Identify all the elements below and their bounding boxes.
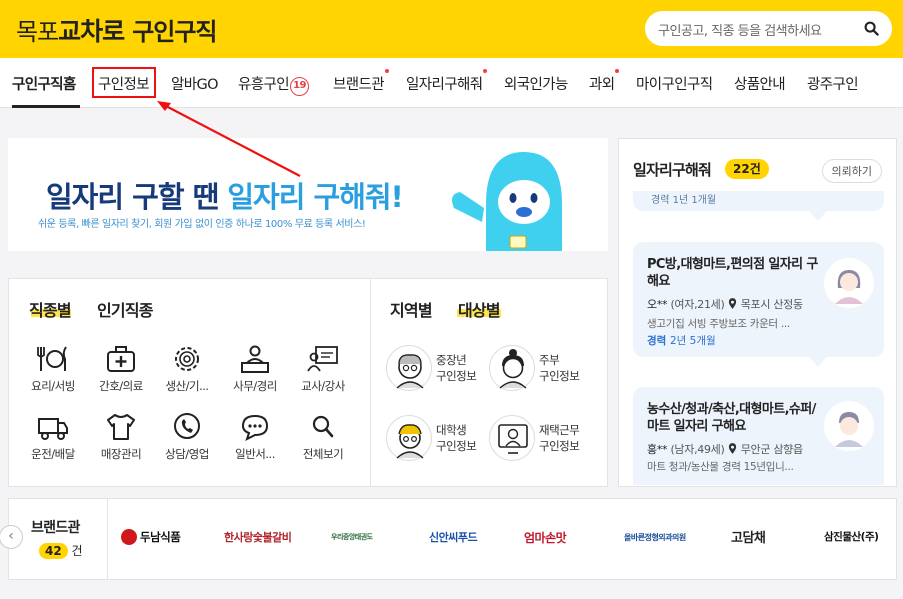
find-job-panel: 일자리구해줘 22건 의뢰하기 경력 1년 1개월 PC방,대형마트,편의점 일… bbox=[618, 138, 897, 487]
category-store[interactable]: 매장관리 bbox=[91, 411, 151, 462]
category-cooking[interactable]: 요리/서빙 bbox=[23, 343, 83, 394]
search-bar[interactable]: 구인공고, 직종 등을 검색하세요 bbox=[645, 11, 892, 46]
monitor-person-icon bbox=[498, 424, 528, 454]
brand-logo-hansarang[interactable]: 한사랑숯불갈비 bbox=[224, 529, 292, 545]
nav-item-home[interactable]: 구인구직홈 bbox=[12, 73, 76, 94]
card-title: 농수산/청과/축산,대형마트,슈퍼/마트 일자리 구해요 bbox=[647, 402, 816, 434]
tab-popular[interactable]: 인기직종 bbox=[97, 297, 153, 321]
card-description: 생고기집 서빙 주방보조 카운터 ... bbox=[647, 318, 790, 330]
brand-logo-orthopedic[interactable]: 올바른정형외과의원 bbox=[624, 532, 686, 543]
brand-strip: ‹ 브랜드관 42 건 두남식품 한사랑숯불갈비 우리중앙태권도 신안씨푸드 엄… bbox=[0, 498, 897, 580]
chat-bubble-icon bbox=[241, 414, 269, 441]
category-production[interactable]: 생산/기... bbox=[157, 343, 217, 394]
teacher-board-icon bbox=[307, 346, 338, 372]
brand-logo-jungang[interactable]: 우리중앙태권도 bbox=[331, 532, 373, 542]
brand-logo-mom-taste[interactable]: 엄마손맛 bbox=[524, 529, 567, 546]
location-pin-icon bbox=[729, 443, 737, 454]
brand-prev-button[interactable]: ‹ bbox=[0, 525, 23, 549]
card-description: 마트 청과/농산물 경력 15년입니... bbox=[647, 461, 794, 473]
brand-logo-sinan[interactable]: 신안씨푸드 bbox=[429, 529, 478, 545]
card-tail bbox=[809, 357, 827, 367]
card-experience: 경력 2년 5개월 bbox=[647, 335, 716, 347]
student-icon bbox=[396, 424, 424, 459]
target-housewife[interactable]: 주부 구인정보 bbox=[489, 345, 589, 395]
divider bbox=[107, 499, 108, 579]
active-tab-underline bbox=[12, 105, 80, 108]
category-view-all[interactable]: 전체보기 bbox=[293, 411, 353, 462]
category-sales[interactable]: 상담/영업 bbox=[157, 411, 217, 462]
avatar bbox=[824, 258, 874, 308]
promo-banner[interactable]: 일자리 구할 땐 일자리 구해줘! 쉬운 등록, 빠른 일자리 찾기, 회원 가… bbox=[8, 138, 608, 251]
tab-by-job[interactable]: 직종별 bbox=[29, 297, 72, 321]
nav-item-brand[interactable]: 브랜드관 bbox=[333, 69, 389, 94]
panel-title: 일자리구해줘 bbox=[633, 161, 712, 179]
category-teacher[interactable]: 교사/강사 bbox=[293, 343, 353, 394]
highlight-box bbox=[92, 67, 156, 98]
search-input[interactable]: 구인공고, 직종 등을 검색하세요 bbox=[658, 20, 822, 39]
category-driving[interactable]: 운전/배달 bbox=[23, 411, 83, 462]
man-avatar-icon bbox=[835, 412, 863, 447]
new-dot bbox=[483, 69, 488, 73]
shirt-icon bbox=[107, 414, 135, 440]
brand-logo-dunam[interactable]: 두남식품 bbox=[121, 529, 181, 545]
office-worker-icon bbox=[241, 345, 269, 373]
utensils-icon bbox=[37, 346, 67, 371]
request-button[interactable]: 의뢰하기 bbox=[821, 159, 882, 183]
job-seeker-card[interactable]: 농수산/청과/축산,대형마트,슈퍼/마트 일자리 구해요 홍** (남자,49세… bbox=[633, 387, 884, 485]
job-seeker-card[interactable]: 경력 1년 1개월 bbox=[633, 191, 884, 211]
elderly-man-icon bbox=[396, 354, 424, 389]
category-medical[interactable]: 간호/의료 bbox=[91, 343, 151, 394]
medical-kit-icon bbox=[107, 346, 135, 372]
header: 목포교차로 구인구직 구인공고, 직종 등을 검색하세요 bbox=[0, 0, 903, 58]
woman-avatar-icon bbox=[835, 270, 863, 304]
tab-by-target[interactable]: 대상별 bbox=[458, 297, 501, 321]
category-general-service[interactable]: 일반서... bbox=[225, 411, 285, 462]
chevron-left-icon: ‹ bbox=[8, 528, 14, 544]
phone-icon bbox=[174, 413, 200, 439]
truck-icon bbox=[38, 418, 68, 440]
nav-item-products[interactable]: 상품안내 bbox=[734, 73, 786, 94]
category-office[interactable]: 사무/경리 bbox=[225, 343, 285, 394]
avatar bbox=[824, 401, 874, 451]
nav-item-alba-go[interactable]: 알바GO bbox=[171, 73, 219, 94]
brand-count: 42 건 bbox=[39, 542, 83, 559]
brand-logo-godamchae[interactable]: 고담채 bbox=[731, 527, 766, 546]
site-logo[interactable]: 목포교차로 구인구직 bbox=[16, 12, 218, 48]
tab-by-region[interactable]: 지역별 bbox=[390, 297, 433, 321]
banner-subtitle: 쉬운 등록, 빠른 일자리 찾기, 회원 가입 없이 인증 하나로 100% 무… bbox=[38, 219, 366, 230]
target-student[interactable]: 대학생 구인정보 bbox=[386, 415, 486, 465]
mascot-illustration bbox=[452, 152, 562, 251]
target-middle-aged[interactable]: 중장년 구인정보 bbox=[386, 345, 486, 395]
divider bbox=[370, 279, 371, 486]
card-tail bbox=[809, 211, 827, 221]
nav-item-tutoring[interactable]: 과외 bbox=[589, 69, 620, 94]
target-remote-work[interactable]: 재택근무 구인정보 bbox=[489, 415, 589, 465]
nav-item-my-page[interactable]: 마이구인구직 bbox=[636, 73, 713, 94]
brand-logo-samjin[interactable]: 삼진물산(주) bbox=[824, 529, 879, 544]
location-pin-icon bbox=[729, 298, 737, 309]
gear-icon bbox=[175, 347, 199, 371]
new-dot bbox=[384, 69, 389, 73]
nav-item-foreigner[interactable]: 외국인가능 bbox=[504, 73, 568, 94]
search-icon[interactable] bbox=[864, 21, 879, 36]
woman-icon bbox=[499, 349, 527, 389]
nav-item-gwangju[interactable]: 광주구인 bbox=[807, 73, 859, 94]
nav-item-nightlife[interactable]: 유흥구인 19 bbox=[238, 73, 309, 96]
search-icon bbox=[312, 415, 334, 438]
count-badge: 22건 bbox=[725, 159, 769, 179]
job-seeker-card[interactable]: PC방,대형마트,편의점 일자리 구해요 오** (여자,21세) 목포시 산정… bbox=[633, 242, 884, 357]
banner-title: 일자리 구할 땐 일자리 구해줘! bbox=[46, 180, 404, 214]
new-dot bbox=[615, 69, 620, 73]
nav-item-find-job[interactable]: 일자리구해줘 bbox=[406, 69, 488, 94]
brand-title: 브랜드관 bbox=[31, 520, 80, 536]
adult-badge: 19 bbox=[289, 77, 309, 96]
card-title: PC방,대형마트,편의점 일자리 구해요 bbox=[647, 257, 818, 289]
card-person: 홍** (남자,49세) 무안군 삼향읍 bbox=[647, 443, 803, 456]
category-panel: 직종별 인기직종 지역별 대상별 요리/서빙 간호/의료 생산/기... 사무/… bbox=[8, 278, 608, 487]
card-person: 오** (여자,21세) 목포시 산정동 bbox=[647, 298, 803, 311]
